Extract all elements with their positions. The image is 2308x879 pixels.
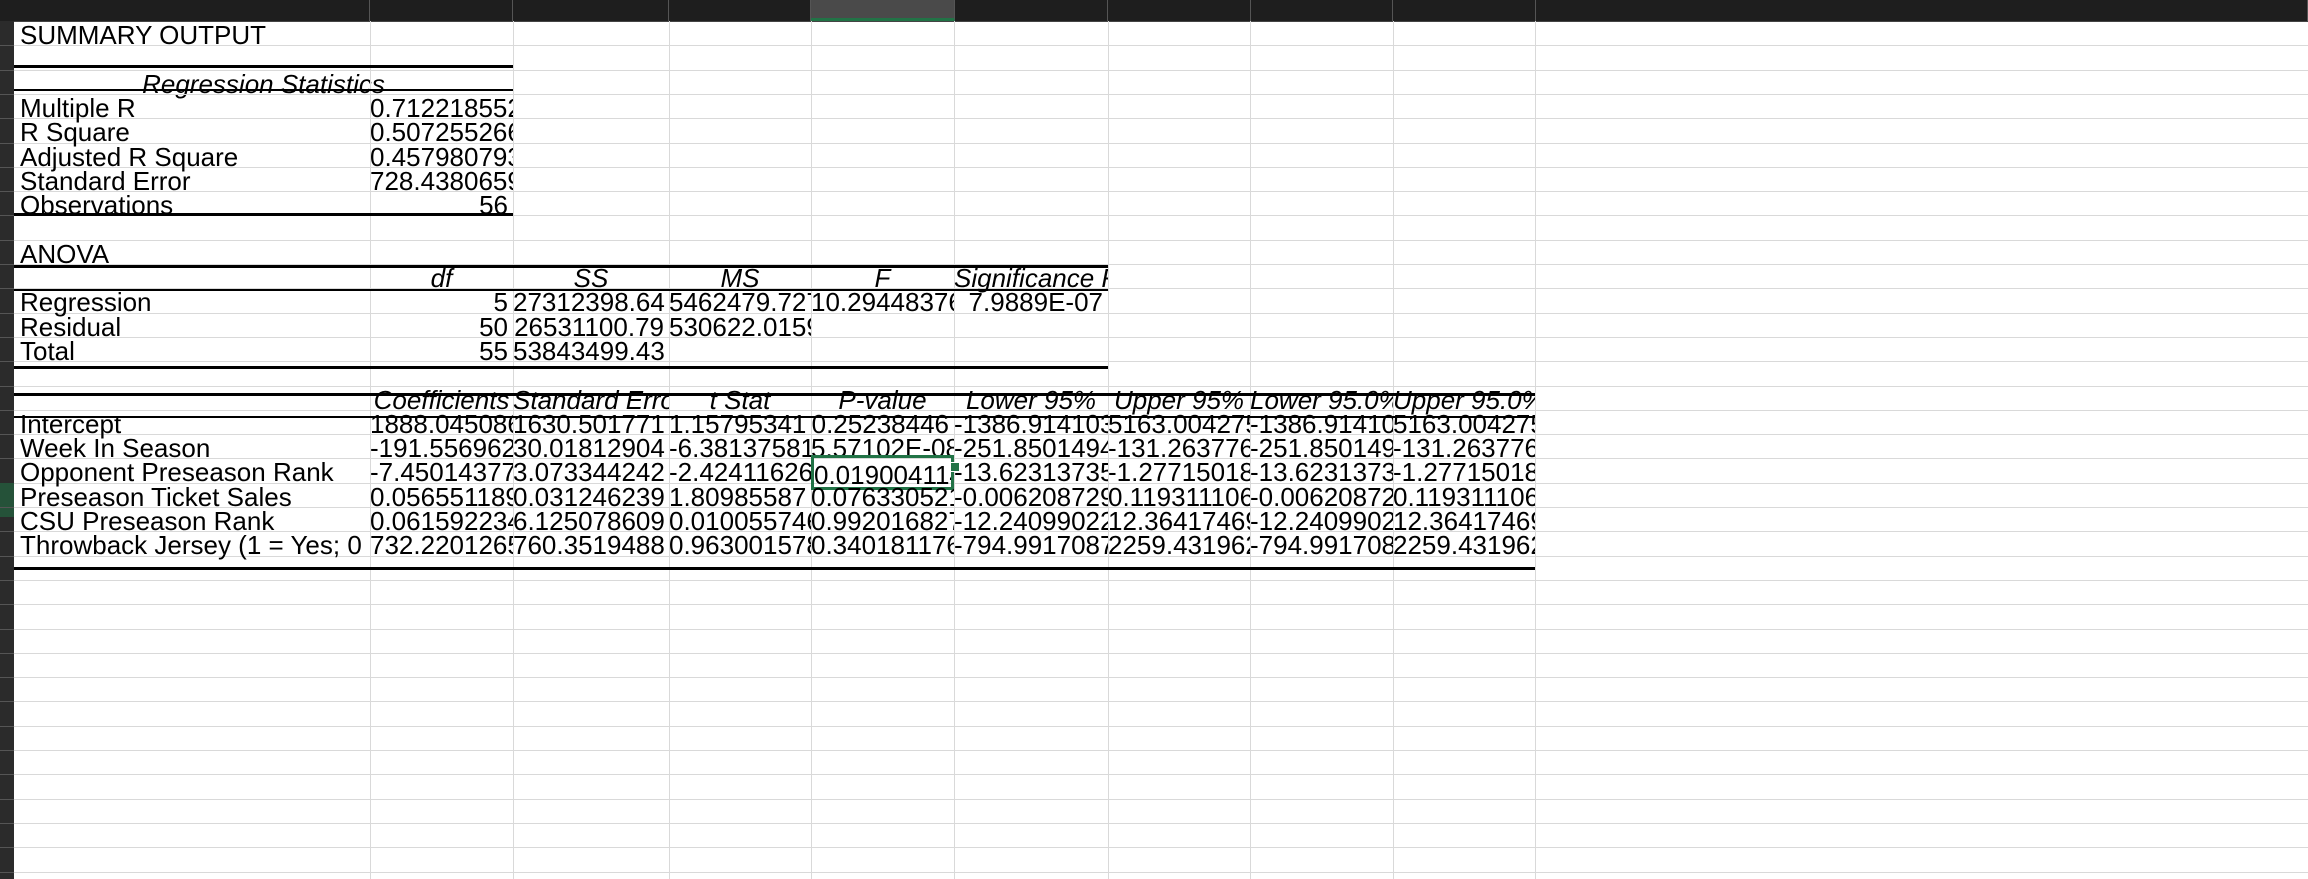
stat-label[interactable]: Observations (14, 188, 370, 223)
gridline-horizontal (14, 677, 2308, 678)
coef-value[interactable]: -794.9917087 (1250, 528, 1393, 563)
column-header-cell[interactable] (513, 0, 669, 21)
coef-row-label[interactable]: Throwback Jersey (1 = Yes; 0 = No) (14, 528, 370, 563)
row-header-cell[interactable] (0, 337, 14, 338)
summary-title[interactable]: SUMMARY OUTPUT (14, 18, 513, 53)
row-header-strip[interactable] (0, 21, 14, 879)
column-header-cell[interactable] (1108, 0, 1251, 21)
coef-value[interactable]: 2259.431962 (1393, 528, 1535, 563)
coef-value[interactable]: -794.9917087 (954, 528, 1108, 563)
gridline-horizontal (14, 701, 2308, 702)
gridline-horizontal (14, 847, 2308, 848)
spreadsheet-grid[interactable]: SUMMARY OUTPUT Regression Statistics ANO… (14, 18, 2308, 879)
gridline-horizontal (14, 872, 2308, 873)
row-header-cell[interactable] (0, 799, 14, 800)
row-header-cell[interactable] (0, 70, 14, 71)
coef-value[interactable]: 0.963001578 (669, 528, 811, 563)
gridline-horizontal (14, 653, 2308, 654)
row-header-cell[interactable] (0, 629, 14, 630)
row-header-cell[interactable] (0, 240, 14, 241)
row-header-cell[interactable] (0, 556, 14, 557)
column-header-cell[interactable] (669, 0, 811, 21)
row-header-cell[interactable] (0, 580, 14, 581)
row-header-cell[interactable] (0, 701, 14, 702)
column-header-cell[interactable] (811, 0, 955, 21)
column-header-cell[interactable] (1536, 0, 2308, 21)
gridline-horizontal (14, 750, 2308, 751)
gridline-horizontal (14, 823, 2308, 824)
table-border (14, 567, 1535, 570)
row-header-cell[interactable] (0, 45, 14, 46)
gridline-horizontal (14, 799, 2308, 800)
gridline-horizontal (14, 580, 2308, 581)
gridline-horizontal (14, 726, 2308, 727)
row-header-cell[interactable] (0, 143, 14, 144)
row-header-cell[interactable] (0, 774, 14, 775)
anova-value[interactable]: 530622.0159 (669, 310, 811, 345)
row-header-cell[interactable] (0, 94, 14, 95)
row-header-cell[interactable] (0, 483, 14, 517)
row-header-cell[interactable] (0, 361, 14, 362)
coef-value[interactable]: 2259.431962 (1108, 528, 1250, 563)
row-header-cell[interactable] (0, 726, 14, 727)
row-header-cell[interactable] (0, 458, 14, 459)
row-header-cell[interactable] (0, 677, 14, 678)
gridline-horizontal (14, 240, 2308, 241)
row-header-cell[interactable] (0, 215, 14, 216)
row-header-cell[interactable] (0, 191, 14, 192)
gridline-horizontal (14, 604, 2308, 605)
column-header-cell[interactable] (955, 0, 1108, 21)
row-header-cell[interactable] (0, 653, 14, 654)
row-header-cell[interactable] (0, 531, 14, 532)
gridline-horizontal (14, 70, 2308, 71)
coef-value[interactable]: 760.3519488 (513, 528, 669, 563)
row-header-cell[interactable] (0, 410, 14, 411)
gridline-horizontal (14, 774, 2308, 775)
gridline-horizontal (14, 45, 2308, 46)
row-header-cell[interactable] (0, 872, 14, 873)
row-header-cell[interactable] (0, 750, 14, 751)
row-header-cell[interactable] (0, 823, 14, 824)
row-header-cell[interactable] (0, 434, 14, 435)
anova-value[interactable]: 53843499.43 (513, 334, 669, 369)
stat-value[interactable]: 56 (370, 188, 513, 223)
row-header-cell[interactable] (0, 167, 14, 168)
gridline-horizontal (14, 629, 2308, 630)
row-header-cell[interactable] (0, 507, 14, 508)
column-header-cell[interactable] (1393, 0, 1536, 21)
row-header-cell[interactable] (0, 847, 14, 848)
row-header-cell[interactable] (0, 604, 14, 605)
row-header-cell[interactable] (0, 264, 14, 265)
row-header-cell[interactable] (0, 288, 14, 289)
anova-value[interactable]: 7.9889E-07 (954, 285, 1108, 320)
column-header-cell[interactable] (1251, 0, 1393, 21)
table-border (14, 65, 513, 68)
coef-value[interactable]: 732.2201265 (370, 528, 513, 563)
row-header-cell[interactable] (0, 118, 14, 119)
anova-value[interactable]: 10.29448376 (811, 285, 954, 320)
row-header-cell[interactable] (0, 386, 14, 387)
row-header-cell[interactable] (0, 313, 14, 314)
fill-handle[interactable] (950, 462, 960, 472)
anova-row-label[interactable]: Total (14, 334, 370, 369)
anova-value[interactable]: 55 (370, 334, 513, 369)
coef-value[interactable]: 0.340181176 (811, 528, 954, 563)
